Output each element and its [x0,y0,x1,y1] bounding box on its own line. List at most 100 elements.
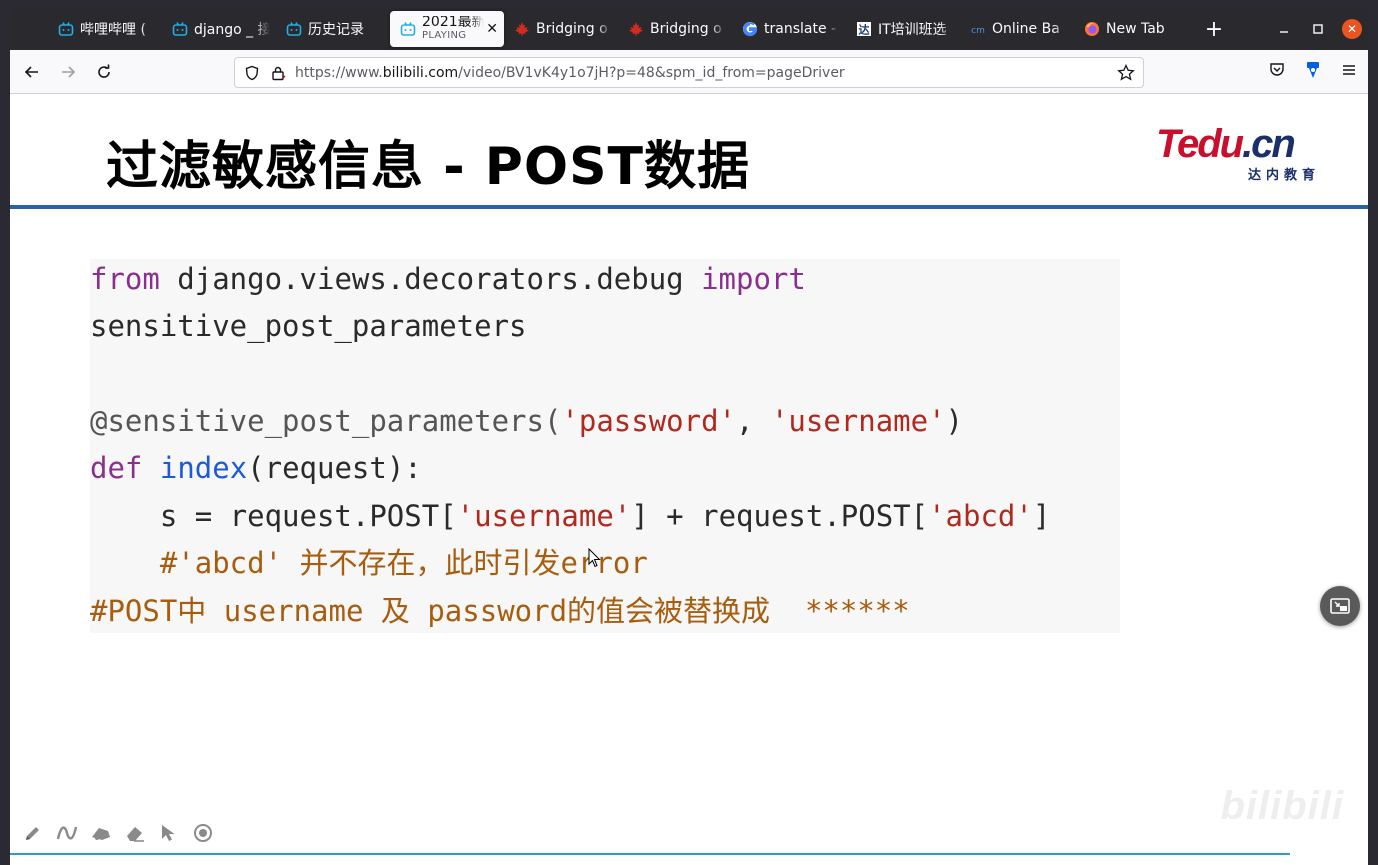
code-string: 'username' [770,404,946,438]
svg-text:达: 达 [859,23,870,37]
code-line-6: s = request.POST['username'] + request.P… [90,496,1050,536]
svg-text:cm: cm [971,26,985,36]
code-comment-2: #POST中 username 及 password的值会被替换成 ****** [90,594,910,628]
code-expr: s = request.POST[ [90,499,457,533]
logo-main: Tedu.cn [1156,124,1320,164]
progress-line [10,853,1290,855]
tab-history[interactable]: 历史记录 [276,12,390,46]
cm-icon: cm [970,21,986,37]
back-icon[interactable] [16,56,48,88]
navigation-bar: https://www.bilibili.com/video/BV1vK4y1o… [10,50,1368,94]
pocket-icon[interactable] [1268,61,1286,83]
code-string: 'password' [561,404,737,438]
shield-icon[interactable] [243,64,261,82]
code-comment-1: #'abcd' 并不存在，此时引发error [90,546,648,580]
forward-icon[interactable] [52,56,84,88]
tab-label: django _ 接 [194,22,270,38]
extension-icon[interactable] [1304,61,1322,83]
bilibili-icon [400,21,416,37]
maple-leaf-icon [514,21,530,37]
tab-translate[interactable]: translate - [732,12,846,46]
code-string: 'username' [456,499,632,533]
firefox-icon [1084,21,1100,37]
tab-label: 哔哩哔哩 ( [80,22,146,38]
toolbar-right [1268,50,1358,94]
tab-strip: 哔哩哔哩 ( django _ 接 历史记录 2021最新 PLAYING ✕ … [10,8,1368,50]
new-tab-button[interactable]: + [1196,17,1232,42]
maximize-icon[interactable] [1308,19,1328,39]
close-icon[interactable]: ✕ [486,21,498,37]
code-decorator: @sensitive_post_parameters( [90,404,562,438]
code-function-name: index [159,451,248,485]
tab-label: Online Ba [992,21,1060,37]
eraser-icon[interactable] [124,822,146,844]
code-keyword: def [90,451,143,485]
tab-bridging-1[interactable]: Bridging o [504,12,618,46]
pointer-icon[interactable] [158,822,180,844]
bilibili-watermark: bilibili [1220,784,1344,828]
record-icon[interactable] [192,822,214,844]
url-domain: bilibili.com [382,64,459,81]
annotation-toolbar [22,822,214,844]
tab-text: 2021最新 PLAYING [422,16,484,42]
tab-label: Bridging o [536,21,608,37]
code-module: django.views.decorators.debug [159,262,702,296]
code-params: (request): [247,451,422,485]
tab-playing-label: PLAYING [422,30,467,41]
google-icon [742,21,758,37]
slide-title: 过滤敏感信息 - POST数据 [106,137,751,197]
bookmark-star-icon[interactable] [1117,63,1135,82]
tedu-logo: Tedu.cn 达内教育 [1156,124,1320,183]
pen-icon[interactable] [22,822,44,844]
tab-online-banking[interactable]: cm Online Ba [960,12,1074,46]
picture-in-picture-button[interactable] [1320,586,1360,626]
site-icon: 达 [856,21,872,37]
tab-bridging-2[interactable]: Bridging o [618,12,732,46]
tab-label: New Tab [1106,21,1165,37]
mouse-cursor-icon [588,547,602,572]
code-expr: ] [1032,499,1051,533]
logo-suffix: .cn [1242,122,1296,166]
url-text[interactable]: https://www.bilibili.com/video/BV1vK4y1o… [295,65,1117,81]
tab-label: translate - [764,21,837,37]
tab-label: 2021最新 [422,16,485,29]
code-string: 'abcd' [928,499,1033,533]
bilibili-icon [172,21,188,37]
lock-icon[interactable] [269,64,287,82]
tab-bilibili-home[interactable]: 哔哩哔哩 ( [48,12,162,46]
minimize-icon[interactable] [1274,19,1294,39]
code-line-5: def index(request): [90,448,422,488]
title-divider [10,205,1368,209]
url-prefix: https://www. [295,64,383,81]
curve-icon[interactable] [56,822,78,844]
reload-icon[interactable] [88,56,120,88]
tab-label: Bridging o [650,21,722,37]
code-line-1: from django.views.decorators.debug impor… [90,259,806,299]
code-keyword: import [701,262,806,296]
code-block: from django.views.decorators.debug impor… [90,259,1120,633]
brush-icon[interactable] [90,822,112,844]
tab-new-tab[interactable]: New Tab [1074,12,1188,46]
tab-label: 历史记录 [308,22,364,38]
window-controls: ✕ [1274,8,1362,50]
code-line-4: @sensitive_post_parameters('password', '… [90,401,963,441]
tab-django[interactable]: django _ 接 [162,12,276,46]
bilibili-icon [58,21,74,37]
code-line-2: sensitive_post_parameters [90,309,527,343]
logo-subtitle: 达内教育 [1247,168,1320,183]
window-close-icon[interactable]: ✕ [1342,19,1362,39]
maple-leaf-icon [628,21,644,37]
logo-main-text: Tedu [1156,122,1244,166]
bilibili-icon [286,21,302,37]
menu-icon[interactable] [1340,61,1358,83]
tab-it-training[interactable]: 达 IT培训班选 [846,12,960,46]
video-player[interactable]: 过滤敏感信息 - POST数据 Tedu.cn 达内教育 from django… [10,94,1368,865]
tab-active-video[interactable]: 2021最新 PLAYING ✕ [390,11,504,47]
code-keyword: from [90,262,160,296]
url-bar[interactable]: https://www.bilibili.com/video/BV1vK4y1o… [234,57,1144,88]
url-path: /video/BV1vK4y1o7jH?p=48&spm_id_from=pag… [458,64,845,81]
code-punct: , [736,404,771,438]
code-punct: ) [945,404,964,438]
code-expr: ] + request.POST[ [631,499,929,533]
